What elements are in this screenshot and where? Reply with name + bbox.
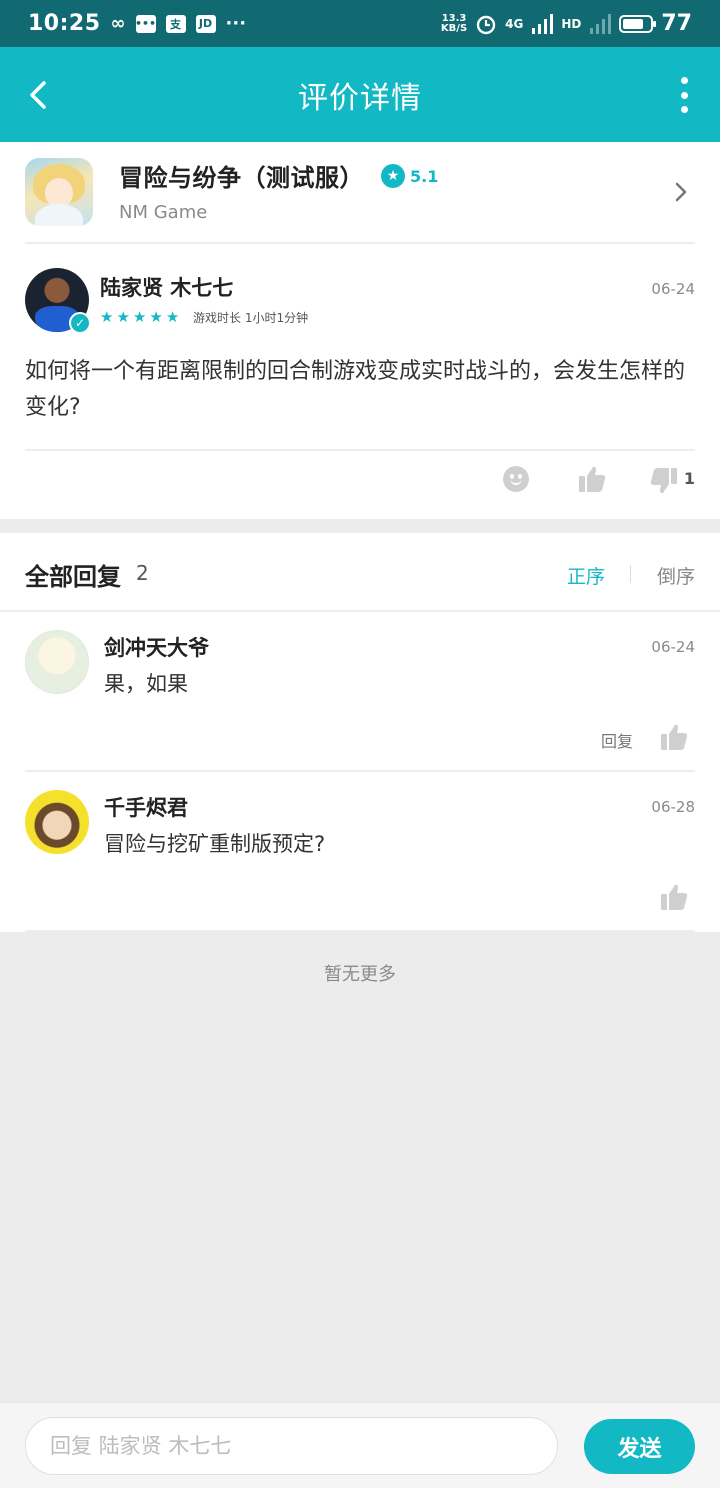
chevron-right-icon — [675, 182, 687, 202]
star-icon: ★ — [116, 308, 130, 326]
signal-weak-icon — [590, 13, 612, 34]
review-date: 06-24 — [651, 280, 695, 298]
star-icon: ★ — [100, 308, 114, 326]
reply-text: 果，如果 — [104, 672, 188, 696]
reply-author[interactable]: 剑冲天大爷 — [104, 632, 209, 662]
more-dot — [680, 91, 688, 99]
signal-4g-label: 4G — [505, 16, 524, 31]
reviewer-name[interactable]: 陆家贤 木七七 — [100, 272, 233, 302]
game-info-row[interactable]: 冒险与纷争（测试服） ★ 5.1 NM Game — [25, 158, 695, 243]
network-speed: 13.3 KB/S — [440, 12, 468, 34]
thumbs-up-icon[interactable] — [577, 464, 607, 494]
status-bar: 10:25 ∞ ••• 支 JD ··· 13.3 KB/S 4G HD 77 — [0, 0, 720, 47]
dislike-count: 1 — [683, 469, 695, 488]
reply-date: 06-24 — [651, 638, 695, 656]
alarm-icon — [476, 15, 496, 34]
chat-bubble-icon: ••• — [135, 14, 156, 33]
replies-title: 全部回复 — [25, 563, 121, 591]
game-rating-value: 5.1 — [410, 166, 439, 186]
chevron-left-icon[interactable] — [20, 75, 60, 115]
reply-button[interactable]: 回复 — [601, 728, 633, 752]
replies-header: 全部回复 2 正序 倒序 — [25, 533, 695, 611]
review-text: 如何将一个有距离限制的回合制游戏变成实时战斗的，会发生怎样的变化? — [25, 359, 686, 420]
divider — [0, 610, 720, 612]
replies-section: 全部回复 2 正序 倒序 剑冲天大爷 06-24 果，如果 回复 千手烬君 06… — [0, 533, 720, 932]
game-developer: NM Game — [119, 202, 208, 223]
thumbs-up-icon[interactable] — [659, 882, 689, 912]
review-header: ✓ 陆家贤 木七七 06-24 ★ ★ ★ ★ ★ 游戏时长 1小时1分钟 — [25, 268, 695, 338]
jd-icon: JD — [195, 14, 216, 33]
reply-text: 冒险与挖矿重制版预定? — [104, 832, 326, 856]
emoji-icon[interactable] — [503, 466, 529, 492]
divider — [25, 930, 695, 932]
playtime: 游戏时长 1小时1分钟 — [193, 311, 309, 325]
status-time: 10:25 — [28, 11, 101, 36]
infinity-icon: ∞ — [110, 13, 126, 34]
reply-date: 06-28 — [651, 798, 695, 816]
more-dot — [680, 106, 688, 113]
thumbs-up-icon[interactable] — [659, 722, 689, 752]
network-speed-unit: KB/S — [440, 22, 468, 34]
avatar[interactable] — [25, 790, 89, 854]
star-icon: ★ — [149, 308, 163, 326]
divider — [25, 242, 695, 244]
more-notifications-icon: ··· — [225, 13, 247, 34]
review-actions: 1 — [25, 462, 695, 507]
bottom-bar: 发送 — [0, 1402, 720, 1488]
battery-icon — [619, 14, 657, 33]
divider — [25, 770, 695, 772]
avatar[interactable] — [25, 630, 89, 694]
reply-input[interactable] — [25, 1417, 558, 1475]
game-rating: ★ 5.1 — [381, 164, 438, 188]
more-vertical-icon[interactable] — [676, 77, 692, 113]
verified-icon: ✓ — [69, 312, 91, 334]
network-speed-value: 13.3 — [441, 12, 467, 24]
game-icon-dress — [35, 204, 83, 226]
reply-item: 剑冲天大爷 06-24 果，如果 回复 — [25, 630, 695, 790]
sort-separator — [630, 565, 631, 583]
thumbs-down-icon[interactable] — [649, 466, 679, 496]
reply-author[interactable]: 千手烬君 — [104, 792, 188, 822]
replies-count: 2 — [136, 561, 149, 585]
hd-voice-label: HD — [561, 16, 582, 31]
alipay-icon: 支 — [165, 14, 186, 33]
game-title: 冒险与纷争（测试服） — [119, 164, 364, 192]
more-dot — [680, 77, 688, 84]
page-title: 评价详情 — [298, 80, 422, 116]
no-more-text: 暂无更多 — [324, 964, 396, 985]
status-bar-left: 10:25 ∞ ••• 支 JD ··· — [28, 11, 246, 36]
emoji-mouth — [510, 479, 522, 485]
app-bar: 评价详情 — [0, 47, 720, 142]
sort-descending-button[interactable]: 倒序 — [657, 562, 695, 589]
send-button[interactable]: 发送 — [584, 1419, 695, 1474]
star-icon: ★ — [132, 308, 147, 326]
sort-ascending-button[interactable]: 正序 — [567, 562, 605, 589]
game-icon — [25, 158, 93, 226]
status-bar-right: 13.3 KB/S 4G HD 77 — [441, 11, 692, 36]
signal-strength-icon — [532, 13, 554, 34]
reply-item: 千手烬君 06-28 冒险与挖矿重制版预定? — [25, 790, 695, 950]
rating-stars: ★ ★ ★ ★ ★ — [100, 308, 179, 326]
star-icon: ★ — [381, 164, 405, 188]
star-icon: ★ — [165, 308, 180, 326]
avatar[interactable]: ✓ — [25, 268, 91, 334]
review-card: 冒险与纷争（测试服） ★ 5.1 NM Game ✓ 陆家贤 木七七 06-24… — [0, 142, 720, 519]
divider — [25, 449, 695, 451]
battery-level: 77 — [661, 11, 692, 36]
